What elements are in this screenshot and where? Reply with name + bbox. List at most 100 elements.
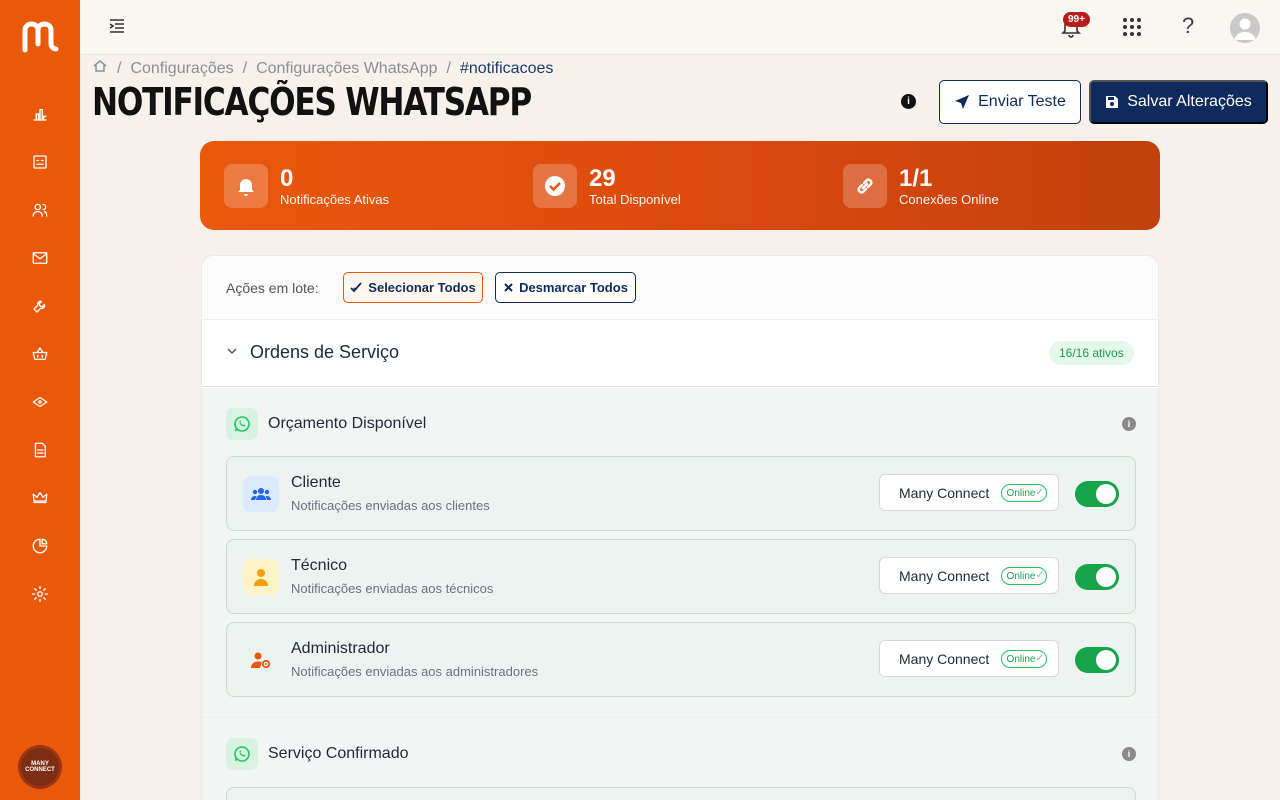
send-test-label: Enviar Teste	[978, 93, 1066, 110]
user-avatar[interactable]	[1230, 13, 1260, 43]
group-header: Serviço Confirmado	[226, 738, 409, 770]
notification-row-cliente: Cliente Notificações enviadas aos client…	[226, 456, 1136, 531]
group-title: Serviço Confirmado	[268, 745, 409, 762]
stat-connections-online: 1/1 Conexões Online	[843, 164, 999, 208]
enable-toggle[interactable]	[1075, 647, 1119, 673]
stat-value: 0	[280, 164, 294, 192]
row-subtitle: Notificações enviadas aos clientes	[291, 498, 490, 513]
brand-logo[interactable]	[20, 16, 60, 56]
deselect-all-label: Desmarcar Todos	[519, 280, 628, 295]
home-icon[interactable]	[92, 58, 108, 79]
stat-label: Total Disponível	[589, 191, 681, 207]
row-title: Administrador	[291, 640, 390, 657]
breadcrumb-separator: /	[446, 59, 451, 77]
company-avatar[interactable]: MANY CONNECT	[18, 745, 62, 789]
link-icon	[843, 164, 887, 208]
company-avatar-text: MANY CONNECT	[25, 761, 55, 773]
breadcrumb-item-configuracoes-whatsapp[interactable]: Configurações WhatsApp	[256, 60, 437, 78]
connection-name: Many Connect	[899, 485, 990, 501]
deselect-all-button[interactable]: Desmarcar Todos	[495, 272, 636, 303]
row-subtitle: Notificações enviadas aos administradore…	[291, 664, 539, 679]
info-icon[interactable]: i	[1122, 417, 1136, 431]
stat-total-available: 29 Total Disponível	[533, 164, 681, 208]
stat-value: 1/1	[899, 164, 933, 192]
apps-grid-icon[interactable]	[1122, 17, 1142, 37]
enable-toggle[interactable]	[1075, 564, 1119, 590]
info-icon[interactable]: i	[1122, 747, 1136, 761]
active-count-badge: 16/16 ativos	[1049, 341, 1134, 365]
connection-select[interactable]: Many Connect Online ✓	[879, 474, 1059, 511]
basket-icon[interactable]	[30, 344, 50, 364]
info-icon[interactable]: i	[901, 94, 916, 109]
group-title: Orçamento Disponível	[268, 415, 427, 432]
breadcrumb-separator: /	[117, 59, 122, 77]
group-header: Orçamento Disponível	[226, 408, 426, 440]
user-icon	[243, 559, 279, 595]
user-gear-icon	[243, 642, 279, 678]
notification-row-administrador: Administrador Notificações enviadas aos …	[226, 622, 1136, 697]
notifications-card: Ações em lote: Selecionar Todos Desmarca…	[201, 255, 1159, 800]
breadcrumb-item-configuracoes[interactable]: Configurações	[130, 60, 233, 78]
online-status-badge: Online ✓	[1001, 567, 1047, 585]
paper-plane-icon	[955, 95, 970, 109]
pie-chart-icon[interactable]	[30, 536, 50, 556]
whatsapp-icon	[226, 408, 258, 440]
online-status-label: Online	[1006, 487, 1036, 499]
users-icon[interactable]	[30, 200, 50, 220]
breadcrumb-separator: /	[242, 59, 248, 77]
breadcrumb: / Configurações / Configurações WhatsApp…	[92, 58, 553, 79]
save-changes-button[interactable]: Salvar Alterações	[1089, 80, 1268, 124]
document-icon[interactable]	[30, 440, 50, 460]
toggle-knob	[1096, 650, 1116, 670]
breadcrumb-current: #notificacoes	[459, 59, 554, 77]
select-all-button[interactable]: Selecionar Todos	[343, 272, 483, 303]
connection-select[interactable]: Many Connect Online ✓	[879, 640, 1059, 677]
row-title: Técnico	[291, 557, 348, 574]
connection-select[interactable]: Many Connect Online ✓	[879, 557, 1059, 594]
bar-chart-icon[interactable]	[30, 104, 50, 124]
connection-name: Many Connect	[899, 651, 990, 667]
toggle-knob	[1096, 484, 1116, 504]
help-icon[interactable]: ?	[1182, 13, 1194, 39]
stat-value: 29	[589, 164, 616, 192]
toggle-knob	[1096, 567, 1116, 587]
top-bar: 99+ ?	[80, 0, 1280, 55]
row-subtitle: Notificações enviadas aos técnicos	[291, 581, 494, 596]
gear-icon[interactable]	[30, 584, 50, 604]
double-check-icon	[350, 282, 362, 293]
check-circle-icon	[533, 164, 577, 208]
menu-toggle-icon[interactable]	[108, 17, 128, 37]
send-test-button[interactable]: Enviar Teste	[939, 80, 1081, 124]
wrench-icon[interactable]	[30, 296, 50, 316]
batch-actions-label: Ações em lote:	[226, 280, 319, 296]
whatsapp-icon	[226, 738, 258, 770]
enable-toggle[interactable]	[1075, 481, 1119, 507]
money-icon[interactable]	[30, 392, 50, 412]
stat-active-notifications: 0 Notificações Ativas	[224, 164, 389, 208]
users-icon	[243, 476, 279, 512]
select-all-label: Selecionar Todos	[368, 280, 476, 295]
notification-row	[226, 787, 1136, 800]
floppy-disk-icon	[1106, 96, 1119, 108]
group-servico-confirmado: Serviço Confirmado i	[202, 718, 1158, 800]
batch-actions-bar: Ações em lote: Selecionar Todos Desmarca…	[202, 256, 1158, 320]
dashboard-screen-icon[interactable]	[30, 152, 50, 172]
mail-icon[interactable]	[30, 248, 50, 268]
chevron-down-icon[interactable]	[226, 345, 238, 357]
online-status-label: Online	[1006, 653, 1036, 665]
notification-row-tecnico: Técnico Notificações enviadas aos técnic…	[226, 539, 1136, 614]
chevron-down-icon: ✓	[1035, 653, 1044, 664]
section-header-ordens-de-servico[interactable]: Ordens de Serviço 16/16 ativos	[202, 320, 1158, 387]
online-status-badge: Online ✓	[1001, 484, 1047, 502]
group-orcamento-disponivel: Orçamento Disponível i Cliente Notificaç…	[202, 388, 1158, 718]
page-title: NOTIFICAÇÕES WHATSAPP	[92, 80, 532, 124]
crown-icon[interactable]	[30, 488, 50, 508]
bell-icon	[224, 164, 268, 208]
online-status-label: Online	[1006, 570, 1036, 582]
stats-banner: 0 Notificações Ativas 29 Total Disponíve…	[200, 141, 1160, 230]
stat-label: Conexões Online	[899, 191, 999, 207]
chevron-down-icon: ✓	[1035, 570, 1044, 581]
close-icon	[504, 283, 513, 292]
connection-name: Many Connect	[899, 568, 990, 584]
sidebar: MANY CONNECT	[0, 0, 80, 800]
